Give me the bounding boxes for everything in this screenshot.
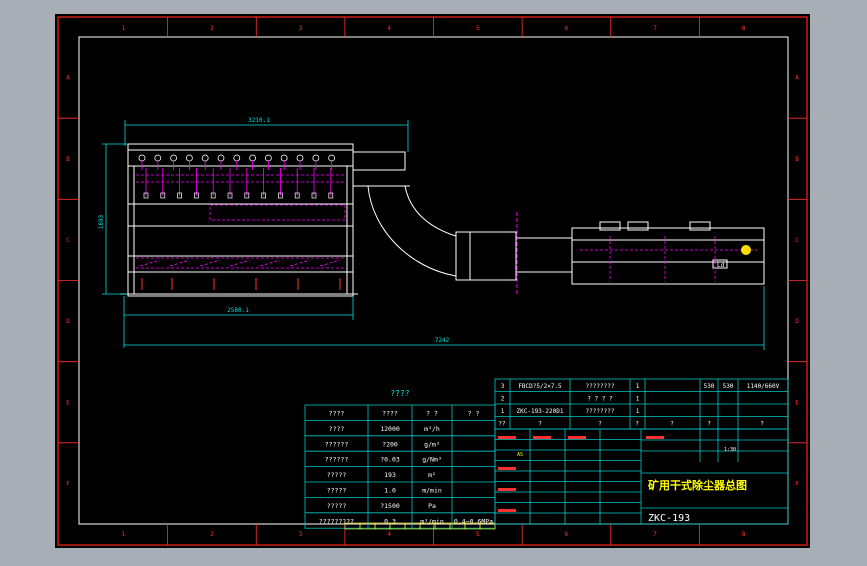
spec-table-name: ?????? [325, 456, 349, 464]
spec-table-value: 12000 [380, 425, 400, 433]
spec-table-header: ???? [329, 409, 345, 417]
spec-table-name: ????? [327, 471, 347, 479]
spec-table-unit: g/Nm³ [422, 456, 442, 464]
parts-list-cell-no: 1 [501, 408, 505, 415]
parts-list-cell-code: ZKC-193-220D1 [517, 408, 564, 415]
border-row-label-right: B [795, 156, 799, 163]
parts-list-cell-qty: 1 [636, 383, 640, 390]
spec-table-unit: m³/h [424, 425, 440, 433]
border-row-label-right: F [795, 480, 799, 487]
cad-drawing: 1 1 2 2 3 3 4 4 5 5 6 6 7 7 8 8 A A B B C C D D E E F F Ld 32… [55, 14, 810, 548]
title-block-stamp [498, 488, 516, 491]
spec-table-name: ????????? [319, 517, 354, 525]
spec-table-value: 193 [384, 471, 396, 479]
border-column-label-bottom: 2 [210, 531, 214, 538]
drawing-title: 矿用干式除尘器总图 [648, 478, 747, 492]
border-row-label-left: E [66, 399, 70, 406]
border-column-label-top: 1 [122, 25, 126, 32]
parts-list-cell-no: 2 [501, 396, 505, 403]
parts-list-cell-name: ? ? ? ? [587, 396, 613, 403]
parts-list-cell-qty: 1 [636, 396, 640, 403]
spec-table-title: ???? [390, 389, 409, 398]
border-row-label-left: B [66, 156, 70, 163]
title-block-stamp [498, 509, 516, 512]
spec-table-header: ? ? [426, 409, 438, 417]
title-block-stamp [646, 436, 664, 439]
border-row-label-left: A [66, 75, 70, 82]
parts-list-header: ? [598, 421, 602, 428]
dimension-top-width: 3210.1 [248, 117, 270, 124]
drawing-scale: 1:30 [724, 447, 736, 453]
parts-list-header: ? [538, 421, 542, 428]
spec-table-note: 0.4~0.6MPa [454, 517, 493, 525]
cad-viewer: 1 1 2 2 3 3 4 4 5 5 6 6 7 7 8 8 A A B B C C D D E E F F Ld 3210.1 1… [0, 0, 867, 562]
motor-label: Ld [717, 262, 725, 269]
spec-table-value: ?200 [382, 440, 398, 448]
parts-list-cell-name: ???????? [586, 408, 615, 415]
border-row-label-right: C [795, 237, 799, 244]
border-column-label-bottom: 4 [387, 531, 391, 538]
border-column-label-top: 7 [653, 25, 657, 32]
drawing-sheet [55, 14, 810, 548]
border-row-label-left: F [66, 480, 70, 487]
spec-table-name: ????? [327, 486, 347, 494]
spec-table-name: ????? [327, 502, 347, 510]
title-block-stamp [533, 436, 551, 439]
parts-list-cell-no: 3 [501, 383, 505, 390]
border-column-label-top: 8 [742, 25, 746, 32]
border-column-label-bottom: 3 [299, 531, 303, 538]
border-column-label-top: 5 [476, 25, 480, 32]
border-row-label-left: D [66, 318, 70, 325]
parts-list-header: ? [670, 421, 674, 428]
parts-list-header: ? [635, 421, 639, 428]
title-block-stamp [498, 436, 516, 439]
parts-list-cell-c3: 530 [723, 383, 734, 390]
border-row-label-left: C [66, 237, 70, 244]
parts-list-cell-name: ???????? [586, 383, 615, 390]
border-column-label-bottom: 7 [653, 531, 657, 538]
parts-list-header: ? [707, 421, 711, 428]
dimension-height: 1693 [98, 214, 105, 229]
spec-table-value: ?0.03 [380, 456, 400, 464]
spec-table-header: ???? [382, 409, 398, 417]
border-column-label-top: 3 [299, 25, 303, 32]
spec-table-value: 1.0 [384, 486, 396, 494]
border-column-label-bottom: 6 [565, 531, 569, 538]
parts-list-cell-code: FBCD?5/2×7.5 [518, 383, 562, 390]
parts-list-cell-c2: 530 [704, 383, 715, 390]
border-row-label-right: E [795, 399, 799, 406]
spec-table-unit: Pa [428, 502, 436, 510]
border-row-label-right: A [795, 75, 799, 82]
parts-list-cell-qty: 1 [636, 408, 640, 415]
border-column-label-bottom: 5 [476, 531, 480, 538]
parts-list-cell-note: 1140/660V [747, 383, 780, 390]
title-block-stamp [498, 467, 516, 470]
spec-table-unit: m³/min [420, 517, 444, 525]
motor-junction-marker [741, 245, 751, 255]
spec-table-name: ?????? [325, 440, 349, 448]
dimension-total-length: 7242 [435, 337, 450, 344]
drawing-number: ZKC-193 [648, 513, 690, 524]
revision-mark: AS [517, 452, 523, 458]
border-column-label-bottom: 8 [742, 531, 746, 538]
spec-table-unit: m/min [422, 486, 442, 494]
spec-table-name: ???? [329, 425, 345, 433]
border-column-label-top: 2 [210, 25, 214, 32]
spec-table-header: ? ? [468, 409, 480, 417]
border-row-label-right: D [795, 318, 799, 325]
spec-table-unit: m² [428, 471, 436, 479]
border-column-label-top: 6 [565, 25, 569, 32]
border-column-label-top: 4 [387, 25, 391, 32]
spec-table-unit: g/m³ [424, 440, 440, 448]
spec-table-value: ?1500 [380, 502, 400, 510]
parts-list-header: ? [760, 421, 764, 428]
title-block-stamp [568, 436, 586, 439]
parts-list-header: ?? [498, 421, 506, 428]
dimension-body-length: 2580.1 [227, 307, 249, 314]
border-column-label-bottom: 1 [122, 531, 126, 538]
